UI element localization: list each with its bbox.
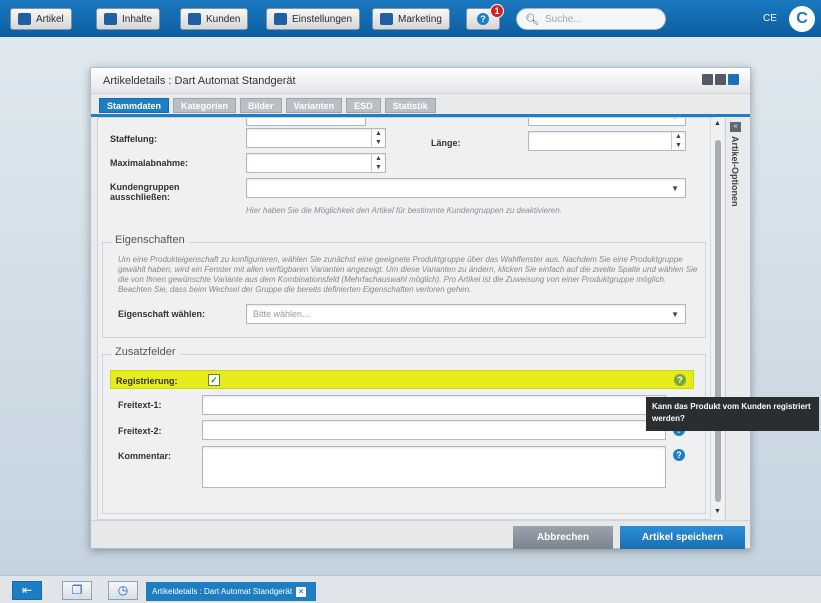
eigenschaften-legend: Eigenschaften [111, 234, 189, 246]
freitext1-label: Freitext-1: [118, 400, 162, 410]
marketing-button[interactable]: Marketing [372, 8, 450, 30]
top-toolbar: Artikel Inhalte Kunden Einstellungen Mar… [0, 0, 821, 37]
artikel-button[interactable]: Artikel [10, 8, 72, 30]
chevron-down-icon: ▼ [671, 184, 679, 193]
kundengruppen-label: Kundengruppen ausschließen: [110, 182, 180, 202]
kundengruppen-hint: Hier haben Sie die Möglichkeit den Artik… [246, 206, 562, 215]
save-button[interactable]: Artikel speichern [620, 526, 745, 549]
help-icon[interactable]: ? [674, 374, 686, 386]
customers-icon [188, 13, 201, 25]
zusatzfelder-legend: Zusatzfelder [111, 346, 180, 358]
search-icon: 🔍︎ [525, 13, 539, 26]
search-input[interactable]: 🔍︎ Suche... [516, 8, 666, 30]
freitext2-input[interactable] [202, 420, 666, 440]
kundengruppen-select[interactable]: ▼ [246, 178, 686, 198]
window-title: Artikeldetails : Dart Automat Standgerät [91, 68, 750, 94]
maximalabnahme-label: Maximalabnahme: [110, 158, 189, 168]
taskbar-window-tab[interactable]: Artikeldetails : Dart Automat Standgerät… [146, 582, 316, 601]
laenge-stepper[interactable]: ▲ ▼ [528, 131, 686, 151]
tab-statistik[interactable]: Statistik [384, 98, 436, 113]
staffelung-stepper[interactable]: ▲ ▼ [246, 128, 386, 148]
einstellungen-button[interactable]: Einstellungen [266, 8, 361, 30]
tab-bilder[interactable]: Bilder [240, 98, 282, 113]
kommentar-textarea[interactable] [202, 446, 666, 488]
eigenschaften-description: Um eine Produkteigenschaft zu konfigurie… [118, 255, 698, 294]
chevron-down-icon: ▼ [671, 118, 679, 121]
expand-panel-icon[interactable]: « [730, 122, 741, 132]
chevron-down-icon: ▼ [671, 310, 679, 319]
cancel-button[interactable]: Abbrechen [513, 526, 613, 549]
partial-input-top[interactable] [246, 118, 366, 126]
minimize-icon[interactable] [702, 74, 713, 85]
eigenschaft-select-label: Eigenschaft wählen: [118, 309, 206, 319]
windows-icon[interactable]: ❐ [62, 581, 92, 600]
tab-kategorien[interactable]: Kategorien [173, 98, 237, 113]
tab-esd[interactable]: ESD [346, 98, 381, 113]
app-logo-icon: C [789, 6, 815, 32]
close-icon[interactable] [728, 74, 739, 85]
form-content: ▼ Staffelung: ▲▼ Länge: ▲▼ Maximalabnahm… [97, 117, 715, 520]
user-initials[interactable]: CE [763, 13, 777, 24]
tab-varianten[interactable]: Varianten [285, 98, 343, 113]
registrierung-checkbox[interactable]: ✓ [208, 374, 220, 386]
staffelung-label: Staffelung: [110, 134, 157, 144]
registrierung-tooltip: Kann das Produkt vom Kunden registriert … [646, 397, 819, 431]
notification-badge: 1 [490, 4, 504, 18]
scrollbar-thumb[interactable] [715, 140, 721, 502]
eigenschaften-fieldset: Eigenschaften Um eine Produkteigenschaft… [102, 234, 706, 338]
article-icon [18, 13, 31, 25]
maximize-icon[interactable] [715, 74, 726, 85]
spinner-arrows-icon[interactable]: ▲ ▼ [671, 132, 685, 150]
tab-stammdaten[interactable]: Stammdaten [99, 98, 170, 113]
scroll-up-icon[interactable]: ▲ [714, 120, 721, 127]
close-tab-icon[interactable]: × [296, 586, 307, 597]
kunden-button[interactable]: Kunden [180, 8, 249, 30]
inhalte-button[interactable]: Inhalte [96, 8, 161, 30]
taskbar: ⇤ ❐ ◷ Artikeldetails : Dart Automat Stan… [0, 575, 821, 603]
help-icon[interactable]: ? [673, 449, 685, 461]
registrierung-label: Registrierung: [116, 376, 178, 386]
content-icon [104, 13, 117, 25]
content-scrollbar[interactable]: ▲ ▼ [710, 118, 724, 520]
kommentar-label: Kommentar: [118, 451, 172, 461]
artikel-optionen-panel[interactable]: « Artikel-Optionen [725, 118, 745, 520]
logout-icon[interactable]: ⇤ [12, 581, 42, 600]
pie-chart-icon [380, 13, 393, 25]
gear-icon [274, 13, 287, 25]
window-footer: Abbrechen Artikel speichern [91, 520, 750, 549]
freitext2-label: Freitext-2: [118, 426, 162, 436]
clock-icon[interactable]: ◷ [108, 581, 138, 600]
spinner-arrows-icon[interactable]: ▲ ▼ [371, 154, 385, 172]
tab-bar: Stammdaten Kategorien Bilder Varianten E… [99, 98, 436, 113]
freitext1-input[interactable] [202, 395, 666, 415]
registrierung-row: Registrierung: ✓ ? [110, 370, 694, 389]
scroll-down-icon[interactable]: ▼ [714, 508, 721, 515]
partial-select-top[interactable]: ▼ [528, 118, 686, 126]
spinner-arrows-icon[interactable]: ▲ ▼ [371, 129, 385, 147]
maximalabnahme-stepper[interactable]: ▲ ▼ [246, 153, 386, 173]
eigenschaft-select[interactable]: Bitte wählen... ▼ [246, 304, 686, 324]
artikel-optionen-label: Artikel-Optionen [730, 136, 740, 207]
laenge-label: Länge: [431, 138, 461, 148]
article-details-window: Artikeldetails : Dart Automat Standgerät… [90, 67, 751, 549]
question-icon: ? [477, 13, 489, 25]
